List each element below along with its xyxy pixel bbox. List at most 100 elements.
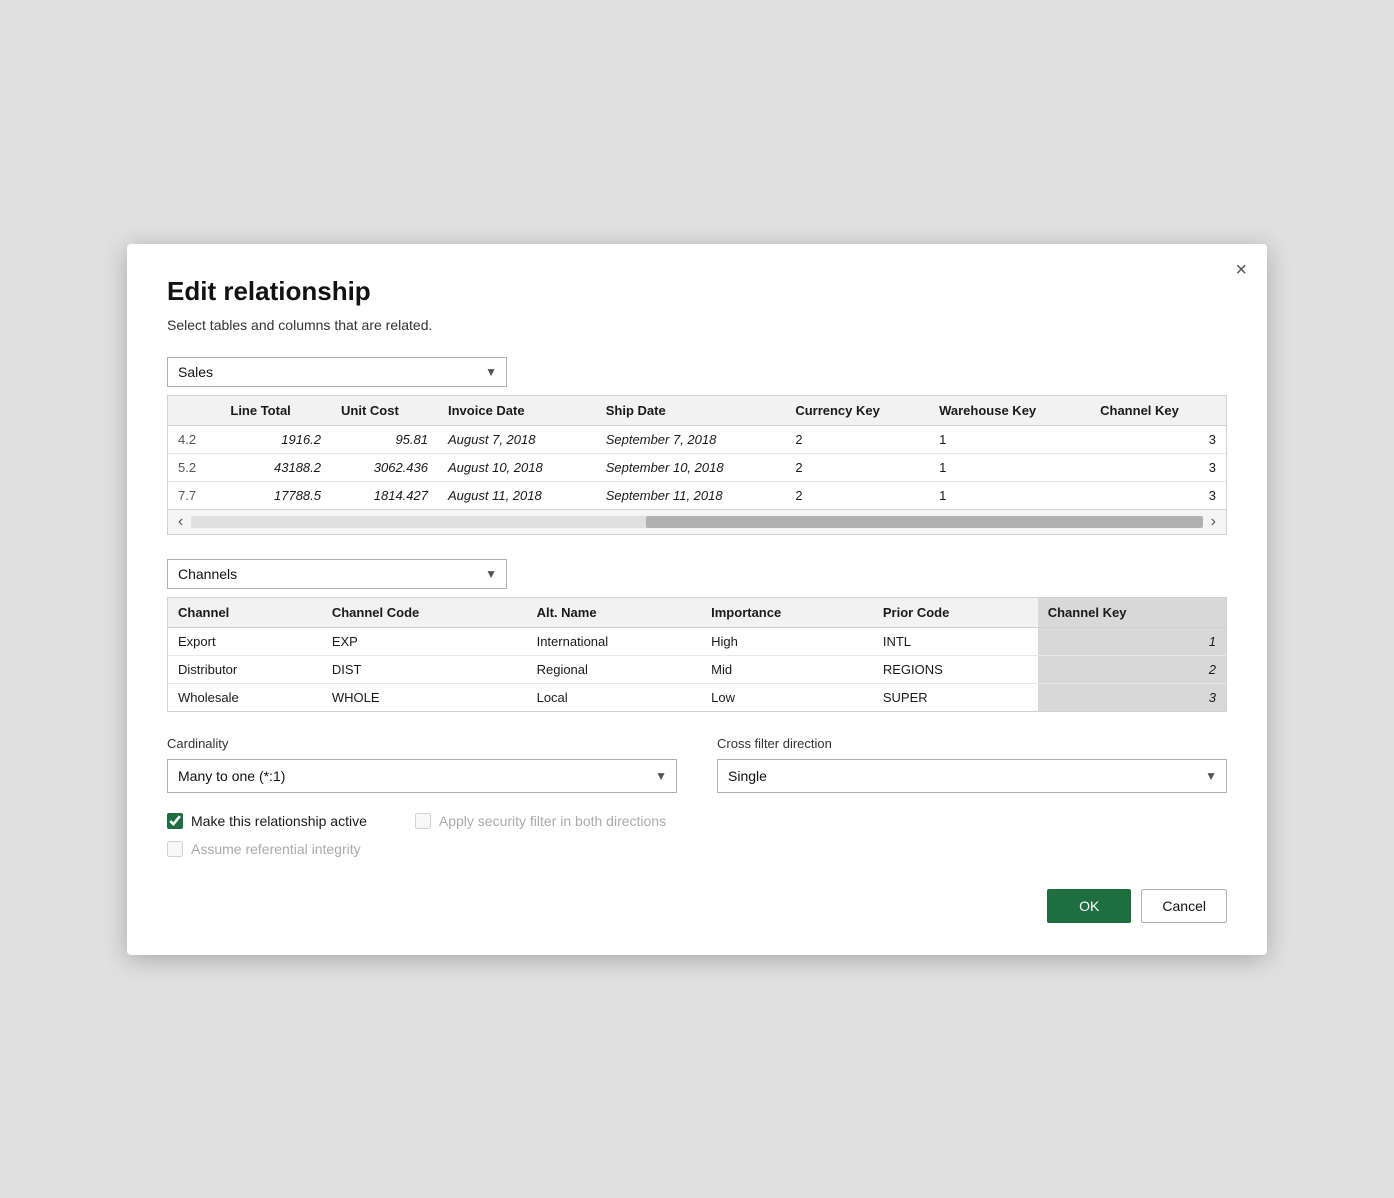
currency-key-cell: 2	[785, 453, 929, 481]
table1-col-currencykey: Currency Key	[785, 396, 929, 426]
table2-select-wrapper: ChannelsProductsOrders ▼	[167, 559, 507, 589]
channel-key-cell: 1	[1038, 627, 1226, 655]
currency-key-cell: 2	[785, 481, 929, 509]
table2-col-importance: Importance	[701, 598, 873, 628]
invoice-date-cell: August 11, 2018	[438, 481, 596, 509]
code-cell: DIST	[322, 655, 527, 683]
security-checkbox	[415, 813, 431, 829]
alt-name-cell: Regional	[527, 655, 702, 683]
crossfilter-label: Cross filter direction	[717, 736, 1227, 751]
cardinality-section: Cardinality Many to one (*:1)One to many…	[167, 736, 677, 793]
security-checkbox-item: Apply security filter in both directions	[415, 813, 666, 829]
warehouse-key-cell: 1	[929, 425, 1090, 453]
table2: Channel Channel Code Alt. Name Importanc…	[168, 598, 1226, 711]
table2-select[interactable]: ChannelsProductsOrders	[167, 559, 507, 589]
dialog-title: Edit relationship	[167, 276, 1227, 307]
active-checkbox[interactable]	[167, 813, 183, 829]
cancel-button[interactable]: Cancel	[1141, 889, 1227, 923]
invoice-date-cell: August 7, 2018	[438, 425, 596, 453]
prior-code-cell: INTL	[873, 627, 1038, 655]
cardinality-label: Cardinality	[167, 736, 677, 751]
code-cell: EXP	[322, 627, 527, 655]
table2-container: Channel Channel Code Alt. Name Importanc…	[167, 597, 1227, 712]
integrity-checkbox-item: Assume referential integrity	[167, 841, 367, 857]
checkboxes-row: Make this relationship active Assume ref…	[167, 813, 1227, 857]
crossfilter-section: Cross filter direction SingleBoth ▼	[717, 736, 1227, 793]
table1-select[interactable]: SalesOrdersProducts	[167, 357, 507, 387]
code-cell: WHOLE	[322, 683, 527, 711]
table2-col-altname: Alt. Name	[527, 598, 702, 628]
table-row: Wholesale WHOLE Local Low SUPER 3	[168, 683, 1226, 711]
ship-date-cell: September 7, 2018	[596, 425, 786, 453]
channel-key-cell: 3	[1090, 481, 1226, 509]
table1-col-unitcost: Unit Cost	[331, 396, 438, 426]
line-total-cell: 17788.5	[220, 481, 331, 509]
crossfilter-select-wrapper: SingleBoth ▼	[717, 759, 1227, 793]
unit-cost-cell: 3062.436	[331, 453, 438, 481]
ship-date-cell: September 10, 2018	[596, 453, 786, 481]
invoice-date-cell: August 10, 2018	[438, 453, 596, 481]
table1-container: Line Total Unit Cost Invoice Date Ship D…	[167, 395, 1227, 535]
table2-col-channelkey: Channel Key	[1038, 598, 1226, 628]
edit-relationship-dialog: × Edit relationship Select tables and co…	[127, 244, 1267, 955]
table1-scroll-thumb	[646, 516, 1202, 528]
ship-date-cell: September 11, 2018	[596, 481, 786, 509]
channel-cell: Wholesale	[168, 683, 322, 711]
line-total-cell: 43188.2	[220, 453, 331, 481]
dialog-footer: OK Cancel	[167, 889, 1227, 923]
table1-select-wrapper: SalesOrdersProducts ▼	[167, 357, 507, 387]
row-num: 5.2	[168, 453, 220, 481]
table-row: Distributor DIST Regional Mid REGIONS 2	[168, 655, 1226, 683]
table-row: 4.2 1916.2 95.81 August 7, 2018 Septembe…	[168, 425, 1226, 453]
security-checkbox-label: Apply security filter in both directions	[439, 813, 666, 829]
alt-name-cell: International	[527, 627, 702, 655]
table1-scroll-right[interactable]: ›	[1207, 513, 1220, 531]
bottom-section: Cardinality Many to one (*:1)One to many…	[167, 736, 1227, 793]
row-num: 7.7	[168, 481, 220, 509]
cardinality-select-wrapper: Many to one (*:1)One to many (1:*)One to…	[167, 759, 677, 793]
left-checkboxes: Make this relationship active Assume ref…	[167, 813, 367, 857]
table1-scrollbar: ‹ ›	[168, 509, 1226, 534]
channel-key-cell: 3	[1038, 683, 1226, 711]
table1-col-linetotal: Line Total	[220, 396, 331, 426]
table2-col-priorcode: Prior Code	[873, 598, 1038, 628]
close-button[interactable]: ×	[1235, 260, 1247, 280]
prior-code-cell: REGIONS	[873, 655, 1038, 683]
importance-cell: Low	[701, 683, 873, 711]
table1-col-invoicedate: Invoice Date	[438, 396, 596, 426]
table1-col-shipdate: Ship Date	[596, 396, 786, 426]
table1-col-warehousekey: Warehouse Key	[929, 396, 1090, 426]
dialog-subtitle: Select tables and columns that are relat…	[167, 317, 1227, 333]
integrity-checkbox	[167, 841, 183, 857]
unit-cost-cell: 95.81	[331, 425, 438, 453]
table2-col-code: Channel Code	[322, 598, 527, 628]
active-checkbox-label: Make this relationship active	[191, 813, 367, 829]
table1: Line Total Unit Cost Invoice Date Ship D…	[168, 396, 1226, 509]
table-row: 7.7 17788.5 1814.427 August 11, 2018 Sep…	[168, 481, 1226, 509]
row-num: 4.2	[168, 425, 220, 453]
importance-cell: High	[701, 627, 873, 655]
channel-key-cell: 3	[1090, 453, 1226, 481]
right-checkboxes: Apply security filter in both directions	[415, 813, 666, 829]
crossfilter-select[interactable]: SingleBoth	[717, 759, 1227, 793]
table-row: 5.2 43188.2 3062.436 August 10, 2018 Sep…	[168, 453, 1226, 481]
importance-cell: Mid	[701, 655, 873, 683]
cardinality-select[interactable]: Many to one (*:1)One to many (1:*)One to…	[167, 759, 677, 793]
warehouse-key-cell: 1	[929, 453, 1090, 481]
warehouse-key-cell: 1	[929, 481, 1090, 509]
unit-cost-cell: 1814.427	[331, 481, 438, 509]
channel-key-cell: 2	[1038, 655, 1226, 683]
prior-code-cell: SUPER	[873, 683, 1038, 711]
line-total-cell: 1916.2	[220, 425, 331, 453]
channel-cell: Export	[168, 627, 322, 655]
table1-col-channelkey: Channel Key	[1090, 396, 1226, 426]
alt-name-cell: Local	[527, 683, 702, 711]
integrity-checkbox-label: Assume referential integrity	[191, 841, 361, 857]
channel-key-cell: 3	[1090, 425, 1226, 453]
table2-col-channel: Channel	[168, 598, 322, 628]
table1-scroll-left[interactable]: ‹	[174, 513, 187, 531]
table1-scroll-track[interactable]	[191, 516, 1202, 528]
active-checkbox-item[interactable]: Make this relationship active	[167, 813, 367, 829]
ok-button[interactable]: OK	[1047, 889, 1131, 923]
channel-cell: Distributor	[168, 655, 322, 683]
